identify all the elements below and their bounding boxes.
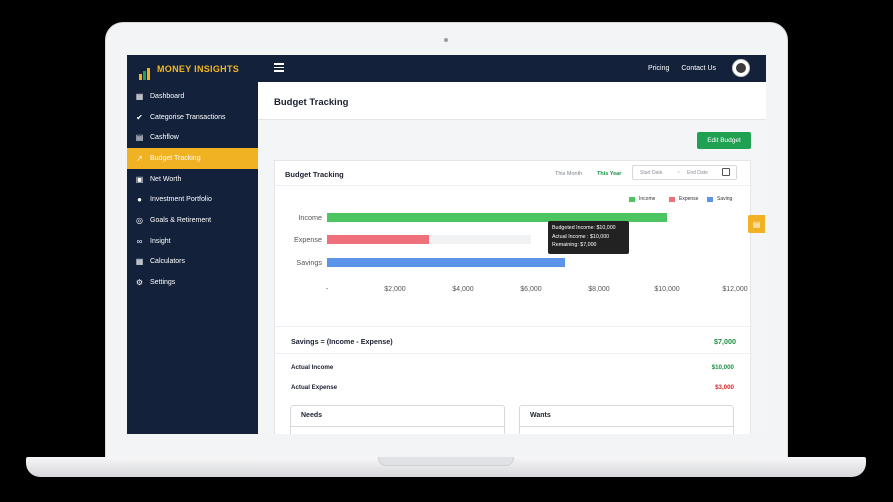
actual-income-value: $10,000 [711, 364, 734, 371]
sidebar-item-budget-tracking[interactable]: ↗ Budget Tracking [127, 148, 258, 169]
wants-title: Wants [530, 412, 551, 419]
sidebar-item-goals[interactable]: ◎ Goals & Retirement [127, 210, 258, 231]
ylabel-income: Income [298, 213, 322, 222]
page-header: Budget Tracking [258, 82, 766, 120]
binoculars-icon: ∞ [136, 236, 143, 246]
gear-icon: ⚙ [135, 278, 144, 288]
xtick-1: $2,000 [384, 286, 406, 293]
savings-formula-label: Savings = (Income - Expense) [291, 337, 393, 346]
needs-box[interactable]: Needs [290, 405, 505, 434]
user-avatar[interactable] [732, 59, 750, 77]
wants-box[interactable]: Wants [519, 405, 734, 434]
money-bag-icon: ● [137, 195, 142, 205]
grid-icon: ▦ [135, 91, 144, 101]
xtick-5: $10,000 [654, 286, 679, 293]
savings-value: $7,000 [714, 337, 736, 346]
ylabel-expense: Expense [294, 235, 322, 244]
ylabel-savings: Savings [296, 258, 322, 267]
calculator-icon: ▦ [135, 257, 144, 267]
menu-toggle-icon[interactable] [274, 63, 284, 73]
tab-this-year[interactable]: This Year [597, 171, 621, 177]
date-range-picker[interactable]: Start Date ~ End Date [632, 165, 737, 180]
start-date-input[interactable]: Start Date [640, 170, 663, 176]
sidebar-item-calculators[interactable]: ▦ Calculators [127, 252, 258, 273]
nav-pricing-link[interactable]: Pricing [648, 65, 669, 72]
actual-income-label: Actual Income [291, 364, 334, 371]
nav-contact-link[interactable]: Contact Us [681, 65, 716, 72]
brand-logo-icon[interactable] [139, 62, 151, 80]
xtick-2: $4,000 [452, 286, 474, 293]
calendar-icon[interactable] [722, 168, 730, 176]
sidebar: ▦ Dashboard ✔ Categorise Transactions ▤ Cas… [127, 82, 258, 434]
sidebar-item-cashflow[interactable]: ▤ Cashflow [127, 127, 258, 148]
app-screen: MONEY INSIGHTS Pricing Contact Us ▦ Dashb… [127, 55, 766, 434]
budget-chart: Income Expense Savings - $2,000 $4,000 $6,000 $… [294, 213, 748, 293]
chart-tooltip: Budgeted Income: $10,000 Actual Income :… [548, 221, 629, 254]
date-separator: ~ [677, 170, 680, 176]
side-clipboard-icon[interactable]: ▤ [748, 215, 765, 233]
xtick-4: $8,000 [588, 286, 610, 293]
laptop-notch [378, 457, 514, 466]
savings-formula-row: Savings = (Income - Expense) $7,000 [275, 326, 752, 354]
xtick-0: - [326, 286, 329, 293]
actual-expense-label: Actual Expense [291, 384, 338, 391]
top-navbar: MONEY INSIGHTS Pricing Contact Us [127, 55, 766, 82]
bar-expense [327, 235, 429, 244]
xtick-3: $6,000 [520, 286, 542, 293]
calendar-icon: ▣ [135, 174, 144, 184]
end-date-input[interactable]: End Date [687, 170, 708, 176]
tab-this-month[interactable]: This Month [555, 171, 582, 177]
sidebar-item-categorise[interactable]: ✔ Categorise Transactions [127, 107, 258, 128]
brand-name[interactable]: MONEY INSIGHTS [157, 64, 239, 74]
page-title: Budget Tracking [274, 97, 349, 108]
edit-budget-button[interactable]: Edit Budget [697, 132, 751, 149]
main-content: Budget Tracking Edit Budget Budget Track… [258, 82, 766, 434]
document-icon: ▤ [135, 133, 144, 143]
budget-card: Budget Tracking This Month This Year Sta… [274, 160, 752, 434]
sidebar-item-investment[interactable]: ● Investment Portfolio [127, 189, 258, 210]
sidebar-item-insight[interactable]: ∞ Insight [127, 231, 258, 252]
sidebar-item-net-worth[interactable]: ▣ Net Worth [127, 169, 258, 190]
legend-income: Income [629, 196, 655, 202]
legend-saving: Saving [707, 196, 732, 202]
sidebar-item-dashboard[interactable]: ▦ Dashboard [127, 86, 258, 107]
sidebar-item-settings[interactable]: ⚙ Settings [127, 272, 258, 293]
actual-expense-value: $3,000 [715, 384, 734, 391]
xtick-6: $12,000 [722, 286, 747, 293]
card-title: Budget Tracking [285, 170, 344, 179]
camera-dot [444, 38, 448, 42]
trend-line-icon: ↗ [136, 153, 143, 163]
needs-title: Needs [301, 412, 323, 419]
target-icon: ◎ [136, 215, 143, 225]
legend-expense: Expense [669, 196, 698, 202]
top-nav-links: Pricing Contact Us [648, 65, 716, 72]
bar-savings [327, 258, 565, 267]
check-circle-icon: ✔ [136, 112, 143, 122]
